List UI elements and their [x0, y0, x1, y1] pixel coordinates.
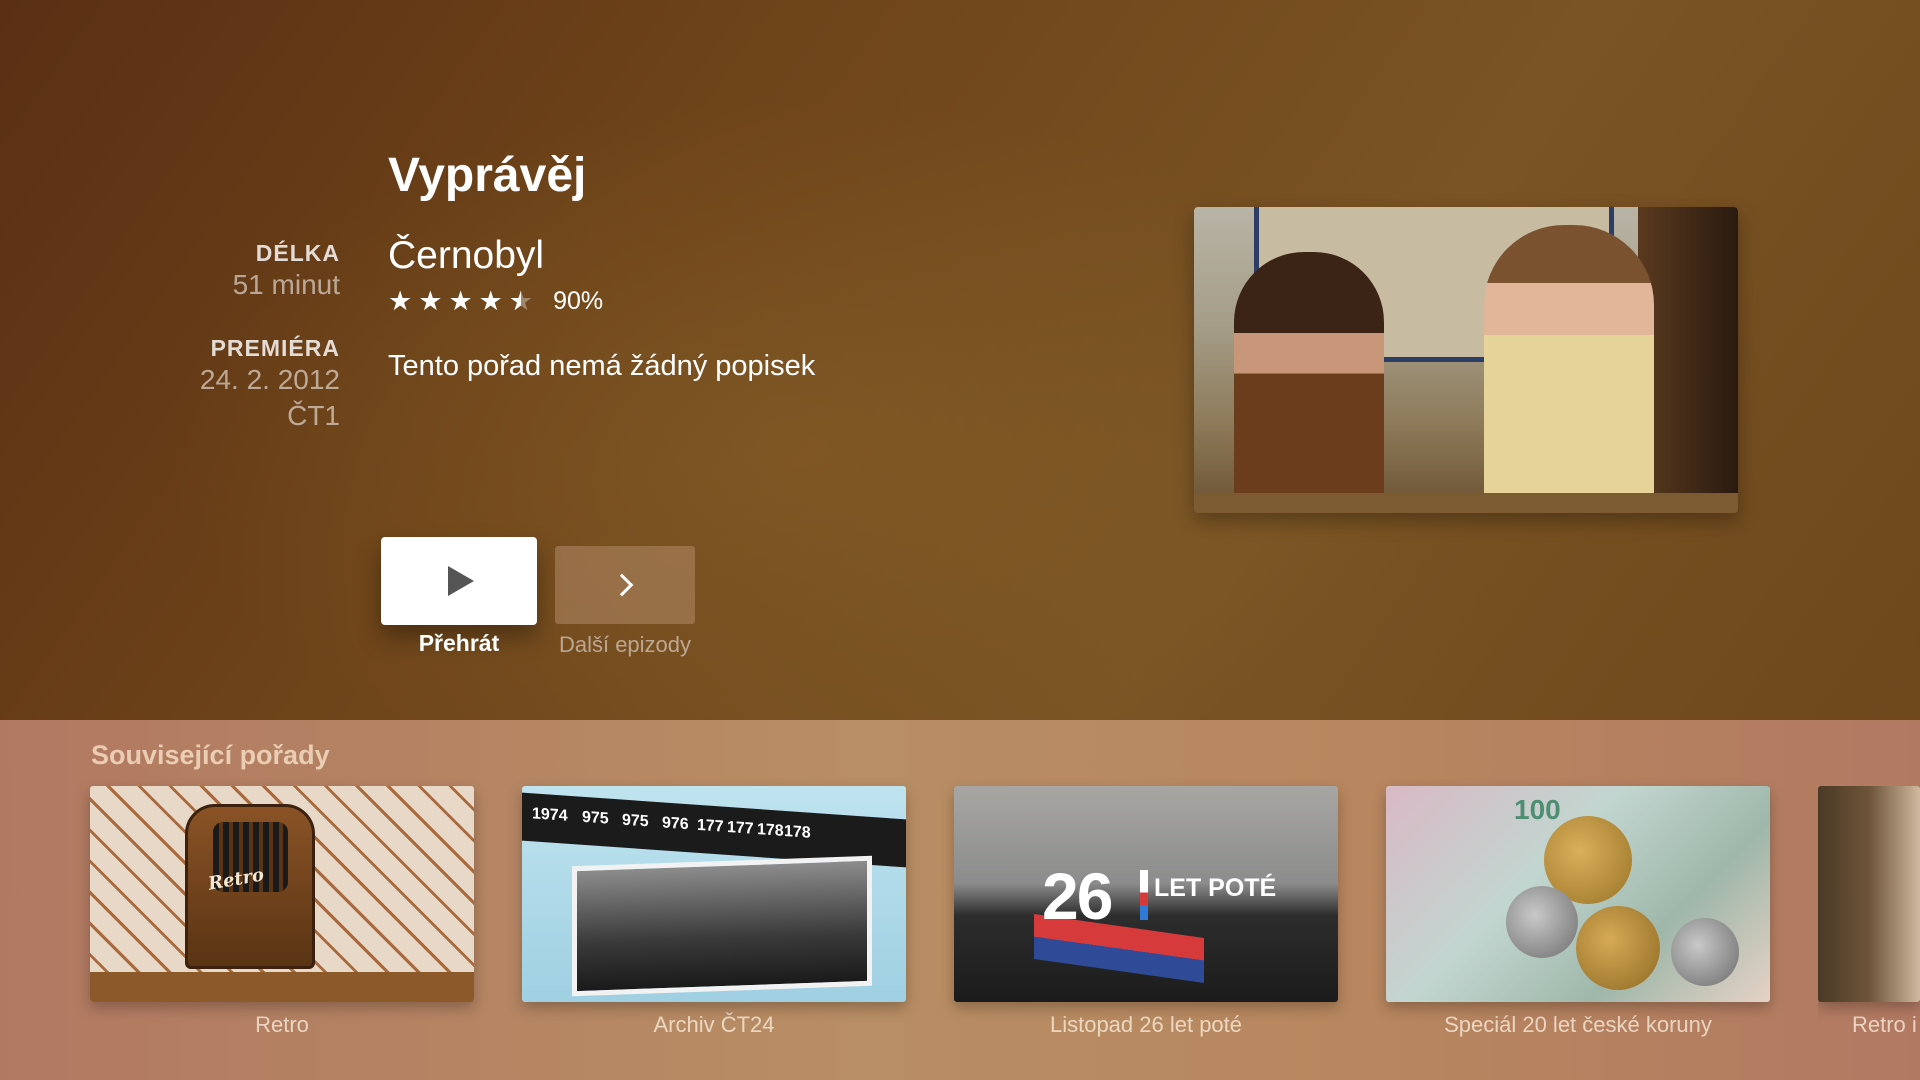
year-label: 976: [662, 814, 689, 834]
more-episodes-button[interactable]: [555, 546, 695, 624]
more-episodes-label: Další epizody: [558, 632, 692, 657]
coin-icon: [1506, 886, 1578, 958]
duration-block: DÉLKA 51 minut: [200, 240, 340, 303]
year-label: 975: [582, 808, 609, 828]
table-illustration: [90, 972, 474, 1002]
card-label: Archiv ČT24: [653, 1012, 775, 1037]
show-title: Vyprávěj: [388, 149, 587, 202]
card-label: Retro: [255, 1012, 309, 1037]
coin-icon: [1671, 918, 1739, 986]
radio-illustration: Retro: [185, 804, 315, 969]
card-image: Retro: [90, 786, 474, 1002]
year-label: 177: [697, 816, 724, 836]
ct-logo-bar: [1140, 870, 1148, 920]
episode-title: Černobyl: [388, 234, 545, 277]
anniversary-number: 26: [1042, 859, 1113, 933]
card-image: 26 LET POTÉ: [954, 786, 1338, 1002]
card-label: Listopad 26 let poté: [1049, 1012, 1243, 1037]
premiere-label: PREMIÉRA: [210, 335, 340, 361]
premiere-date: 24. 2. 2012: [199, 364, 340, 395]
rating-percent: 90%: [553, 286, 604, 315]
year-label: 1974: [532, 805, 568, 825]
related-shows-heading: Související pořady: [91, 740, 330, 770]
card-label: Speciál 20 let české koruny: [1444, 1012, 1712, 1037]
anniversary-text: LET POTÉ: [1154, 874, 1277, 902]
related-card-retro-partial[interactable]: Retro i: [1818, 786, 1920, 1038]
card-label: Retro i: [1852, 1012, 1917, 1037]
related-card-archiv[interactable]: 1974 975 975 976 177 177 178 178 Archiv …: [522, 786, 906, 1038]
star-icon: ★: [388, 286, 413, 316]
year-label: 178: [757, 821, 784, 840]
thumbnail-person-right: [1484, 225, 1654, 513]
archive-photo: [572, 855, 872, 997]
rating: ★ ★ ★ ★ ★★ 90%: [388, 286, 603, 316]
related-card-koruny[interactable]: 100 Speciál 20 let české koruny: [1386, 786, 1770, 1038]
play-icon: [448, 566, 474, 596]
play-button-label: Přehrát: [418, 630, 500, 656]
duration-value: 51 minut: [232, 269, 340, 300]
coin-icon: [1576, 906, 1660, 990]
thumbnail-person-left: [1234, 252, 1384, 513]
card-image: 100: [1386, 786, 1770, 1002]
year-label: 975: [622, 811, 649, 831]
star-icon: ★: [448, 286, 473, 316]
premiere-block: PREMIÉRA 24. 2. 2012 ČT1: [200, 335, 340, 434]
chevron-right-icon: [610, 573, 634, 597]
thumbnail-desk: [1194, 493, 1738, 513]
related-card-retro[interactable]: Retro Retro: [90, 786, 474, 1038]
half-star-icon: ★★: [508, 286, 534, 316]
related-card-listopad[interactable]: 26 LET POTÉ Listopad 26 let poté: [954, 786, 1338, 1038]
card-image: 1974 975 975 976 177 177 178 178: [522, 786, 906, 1002]
star-icon: ★: [478, 286, 503, 316]
episode-description: Tento pořad nemá žádný popisek: [388, 350, 816, 382]
premiere-channel: ČT1: [287, 400, 340, 431]
episode-thumbnail: [1194, 207, 1738, 513]
play-button[interactable]: [381, 537, 537, 625]
year-label: 178: [784, 822, 811, 842]
card-image: [1818, 786, 1920, 1002]
duration-label: DÉLKA: [255, 240, 340, 266]
banknote-value: 100: [1514, 794, 1561, 825]
episode-meta: DÉLKA 51 minut PREMIÉRA 24. 2. 2012 ČT1: [200, 240, 340, 434]
star-icon: ★: [418, 286, 443, 316]
year-label: 177: [727, 818, 754, 838]
related-shows-shelf: Související pořady Retro Retro 1974 975 …: [0, 720, 1920, 1080]
